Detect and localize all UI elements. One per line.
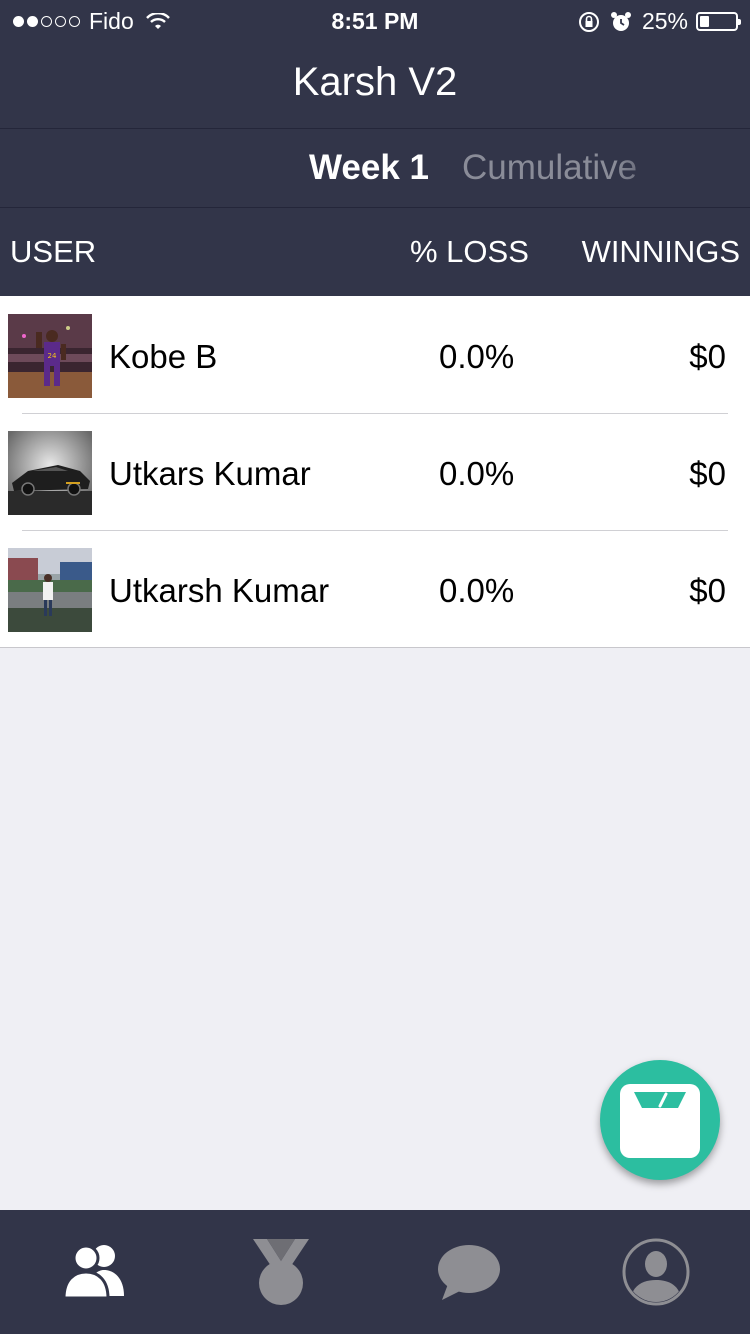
list-item[interactable]: Utkarsh Kumar 0.0% $0 xyxy=(0,530,750,647)
basketball-player-photo: 24 xyxy=(8,314,92,398)
loss-value: 0.0% xyxy=(439,455,515,492)
weigh-in-button[interactable] xyxy=(600,1060,720,1180)
column-header-winnings: WINNINGS xyxy=(581,234,740,269)
status-bar: Fido 8:51 PM 25% xyxy=(0,0,750,40)
winnings-value: $0 xyxy=(689,572,726,609)
tab-week-1[interactable]: Week 1 xyxy=(309,148,429,188)
scale-dial-icon xyxy=(634,1092,686,1108)
user-name: Kobe B xyxy=(109,338,218,375)
loss-value: 0.0% xyxy=(439,572,515,609)
tab-leaderboard[interactable] xyxy=(188,1210,376,1334)
tab-chat[interactable] xyxy=(375,1210,563,1334)
alarm-icon xyxy=(610,11,631,31)
header: Fido 8:51 PM 25% Karsh V2 Week 1 Cumulat… xyxy=(0,0,750,296)
avatar: 24 xyxy=(8,314,92,398)
rotation-lock-icon xyxy=(578,11,599,32)
avatar xyxy=(8,431,92,515)
tab-bar xyxy=(0,1210,750,1334)
user-name: Utkarsh Kumar xyxy=(109,572,330,609)
battery-icon xyxy=(696,12,741,31)
chat-bubble-icon xyxy=(437,1245,500,1300)
status-right: 25% xyxy=(578,8,741,35)
user-name: Utkars Kumar xyxy=(109,455,311,492)
column-header-user: USER xyxy=(10,234,97,269)
winnings-value: $0 xyxy=(689,338,726,375)
winnings-value: $0 xyxy=(689,455,726,492)
car-photo xyxy=(8,431,92,515)
medal-icon xyxy=(253,1239,310,1305)
divider xyxy=(0,128,750,129)
loss-value: 0.0% xyxy=(439,338,515,375)
avatar xyxy=(8,548,92,632)
tab-profile[interactable] xyxy=(563,1210,750,1334)
divider xyxy=(0,207,750,208)
scale-icon xyxy=(620,1084,700,1158)
group-icon xyxy=(62,1244,124,1300)
battery-percent: 25% xyxy=(641,8,688,34)
profile-icon xyxy=(622,1238,690,1306)
tab-users[interactable] xyxy=(0,1210,188,1334)
segment-control: Week 1 Cumulative xyxy=(0,130,750,208)
page-title: Karsh V2 xyxy=(292,60,458,104)
tab-cumulative[interactable]: Cumulative xyxy=(462,148,682,188)
svg-text:24: 24 xyxy=(48,352,57,360)
list-item[interactable]: 24 Kobe B 0.0% $0 xyxy=(0,296,750,413)
battery-fill xyxy=(700,16,709,27)
leaderboard-list: 24 Kobe B 0.0% $0 Utkars Kumar 0.0% $0 U… xyxy=(0,296,750,648)
column-header-loss: % LOSS xyxy=(410,234,529,269)
list-item[interactable]: Utkars Kumar 0.0% $0 xyxy=(0,413,750,530)
person-outdoor-photo xyxy=(8,548,92,632)
